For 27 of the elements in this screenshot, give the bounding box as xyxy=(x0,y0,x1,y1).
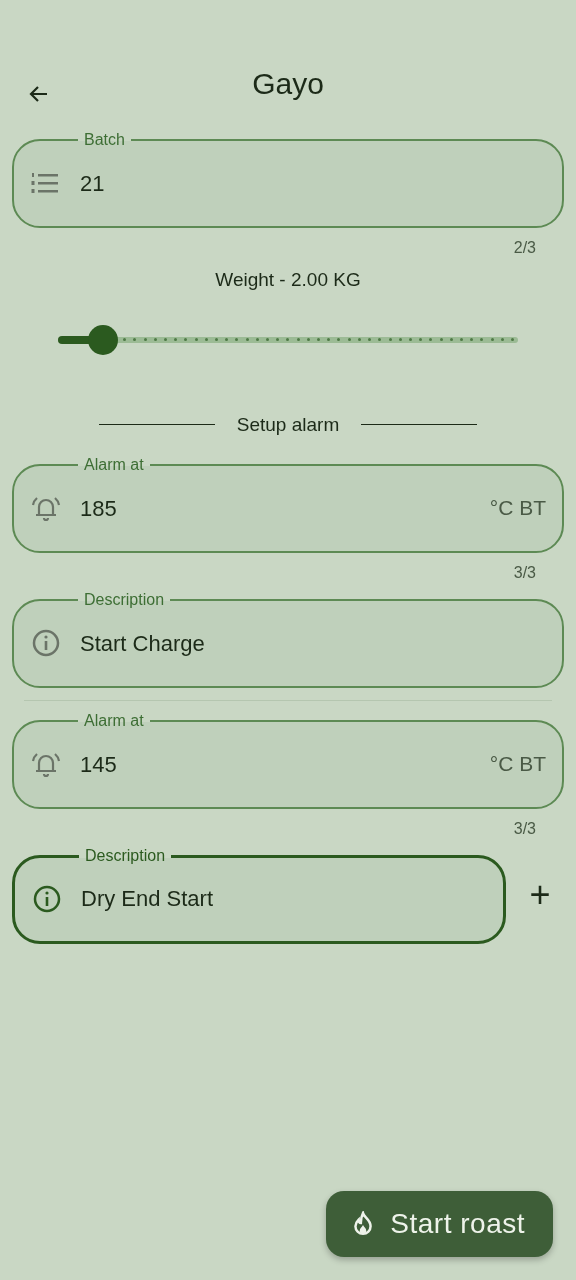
start-roast-button[interactable]: Start roast xyxy=(326,1191,553,1257)
batch-field[interactable]: Batch 21 xyxy=(12,130,564,228)
field-label: Alarm at xyxy=(83,455,145,475)
text-input[interactable]: Start Charge xyxy=(80,626,546,660)
alarm-temperature-field[interactable]: Alarm at 145 °C BT xyxy=(12,711,564,809)
unit-suffix: °C BT xyxy=(489,751,546,778)
description-field[interactable]: Description Start Charge xyxy=(12,590,564,688)
character-counter: 2/3 xyxy=(513,239,536,256)
field-label: Description xyxy=(83,590,166,610)
add-alarm-button[interactable]: + xyxy=(516,871,564,919)
text-input[interactable]: 21 xyxy=(80,166,546,200)
slider-thumb[interactable] xyxy=(87,324,118,355)
info-icon xyxy=(30,627,62,659)
alarm-temperature-field[interactable]: Alarm at 185 °C BT xyxy=(12,455,564,553)
text-input[interactable]: Dry End Start xyxy=(81,882,487,915)
section-title: Setup alarm xyxy=(236,412,340,437)
text-input[interactable]: 185 xyxy=(80,491,472,525)
character-counter: 3/3 xyxy=(513,820,536,837)
text-input[interactable]: 145 xyxy=(80,747,472,781)
page-title: Gayo xyxy=(251,66,325,102)
field-label: Batch xyxy=(83,130,126,150)
unit-suffix: °C BT xyxy=(489,495,546,522)
character-counter: 3/3 xyxy=(513,564,536,581)
field-label: Description xyxy=(84,846,167,866)
description-field[interactable]: Description Dry End Start xyxy=(12,846,506,944)
weight-label: Weight - 2.00 KG xyxy=(214,268,362,292)
field-label: Alarm at xyxy=(83,711,145,731)
